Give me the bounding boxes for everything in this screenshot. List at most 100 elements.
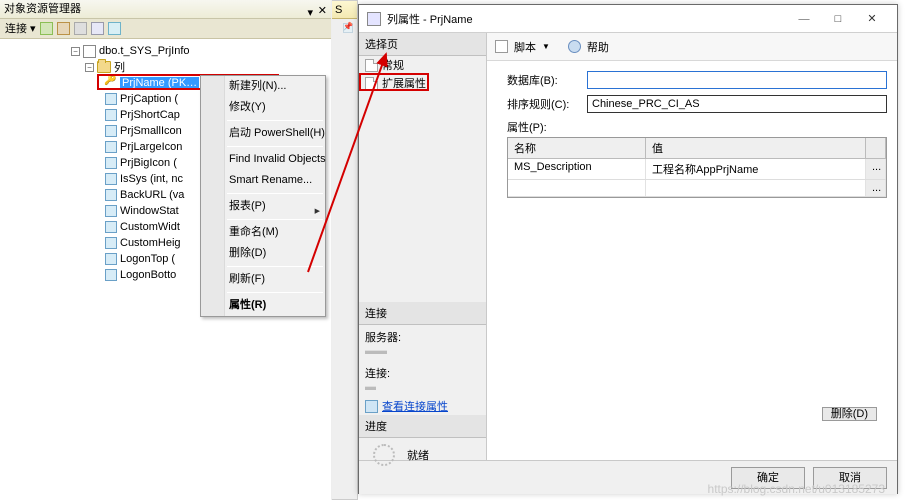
cell-name: MS_Description [508, 159, 646, 179]
nav-server: 服务器: ▬▬ [359, 325, 486, 361]
progress-status: 就绪 [359, 438, 486, 472]
view-connection-link[interactable]: 查看连接属性 [359, 397, 486, 415]
column-icon [105, 237, 117, 249]
tree-label: dbo.t_SYS_PrjInfo [99, 45, 190, 57]
panel-titlebar: 对象资源管理器 ▾ ✕ [0, 0, 331, 19]
editor-tab[interactable]: S [332, 1, 357, 19]
dropdown-icon[interactable]: ▾ [307, 4, 313, 23]
dialog-nav: 选择页 常规 扩展属性 连接 服务器: ▬▬ 连接: ▬ 查看连接属性 进度 [359, 33, 487, 460]
grid-row-empty[interactable]: ... [508, 180, 886, 197]
link-icon [365, 400, 378, 413]
table-icon [83, 45, 96, 58]
menu-item[interactable]: 启动 PowerShell(H) [201, 123, 325, 144]
column-icon [105, 221, 117, 233]
grid-header: 名称 值 [508, 138, 886, 159]
status-text: 就绪 [407, 447, 429, 463]
menu-item[interactable]: 属性(R) [201, 295, 325, 316]
dropdown-icon[interactable]: ▼ [542, 42, 550, 51]
column-icon [105, 125, 117, 137]
column-icon [105, 189, 117, 201]
close-button[interactable]: ✕ [855, 8, 889, 30]
key-icon [105, 77, 117, 89]
column-icon [105, 93, 117, 105]
tree-label: PrjBigIcon ( [120, 157, 177, 169]
properties-grid: 名称 值 MS_Description 工程名称AppPrjName ... .… [507, 137, 887, 198]
properties-label: 属性(P): [507, 119, 587, 135]
label: 服务器: [365, 329, 480, 345]
delete-button[interactable]: 删除(D) [822, 407, 877, 421]
help-button[interactable]: 帮助 [587, 39, 609, 55]
grid-row[interactable]: MS_Description 工程名称AppPrjName ... [508, 159, 886, 180]
menu-item[interactable]: 新建列(N)... [201, 76, 325, 97]
spinner-icon [373, 444, 395, 466]
nav-header-connection: 连接 [359, 302, 486, 325]
col-value: 值 [646, 138, 866, 158]
content-toolbar: 脚本 ▼ 帮助 [487, 33, 897, 61]
disconnect-icon[interactable] [57, 22, 70, 35]
collapse-icon[interactable]: − [71, 47, 80, 56]
pin-icon[interactable] [343, 23, 353, 33]
menu-item[interactable]: 报表(P) [201, 196, 325, 217]
tree-label: CustomWidt [120, 221, 180, 233]
minimize-button[interactable]: — [787, 8, 821, 30]
tree-label: PrjSmallIcon [120, 125, 182, 137]
script-icon [495, 40, 508, 53]
filter-icon[interactable] [91, 22, 104, 35]
tree-label: PrjCaption ( [120, 93, 178, 105]
ellipsis-button[interactable]: ... [866, 180, 886, 196]
menu-item[interactable]: 删除(D) [201, 243, 325, 264]
editor-pane: S [332, 0, 358, 500]
script-button[interactable]: 脚本 [514, 39, 536, 55]
label: 连接: [365, 365, 480, 381]
menu-item[interactable]: Find Invalid Objects [201, 149, 325, 170]
tree-node-columns[interactable]: − 列 [28, 59, 331, 75]
nav-item-extended[interactable]: 扩展属性 [359, 74, 486, 92]
column-icon [105, 157, 117, 169]
tree-label: LogonTop ( [120, 253, 175, 265]
dialog-titlebar: 列属性 - PrjName — □ ✕ [359, 5, 897, 33]
tree-label: WindowStat [120, 205, 179, 217]
panel-toolbar: 连接 ▾ [0, 19, 331, 39]
dialog-title: 列属性 - PrjName [387, 11, 473, 27]
nav-connection: 连接: ▬ [359, 361, 486, 397]
stop-icon[interactable] [74, 22, 87, 35]
connect-icon[interactable] [40, 22, 53, 35]
ellipsis-button[interactable]: ... [866, 159, 886, 179]
menu-item[interactable]: 刷新(F) [201, 269, 325, 290]
connect-button[interactable]: 连接 ▾ [5, 19, 36, 39]
column-properties-dialog: 列属性 - PrjName — □ ✕ 选择页 常规 扩展属性 连接 服务器: … [358, 4, 898, 494]
nav-header-progress: 进度 [359, 415, 486, 438]
refresh-icon[interactable] [108, 22, 121, 35]
col-actions [866, 138, 886, 158]
col-name: 名称 [508, 138, 646, 158]
dialog-content: 脚本 ▼ 帮助 数据库(B): 排序规则(C): Chinese_PRC_CI_A… [487, 33, 897, 460]
close-icon[interactable]: ✕ [318, 2, 327, 21]
panel-title: 对象资源管理器 [4, 3, 81, 15]
tree-label: CustomHeig [120, 237, 181, 249]
menu-item[interactable]: 修改(Y) [201, 97, 325, 118]
tree-label: BackURL (va [120, 189, 184, 201]
menu-item[interactable]: 重命名(M) [201, 222, 325, 243]
database-field[interactable] [587, 71, 887, 89]
context-menu: 新建列(N)...修改(Y) 启动 PowerShell(H) Find Inval… [200, 75, 326, 317]
cell-value[interactable]: 工程名称AppPrjName [646, 159, 866, 179]
collation-field[interactable]: Chinese_PRC_CI_AS [587, 95, 887, 113]
nav-item-general[interactable]: 常规 [359, 56, 486, 74]
nav-label: 常规 [382, 57, 404, 73]
collation-label: 排序规则(C): [507, 96, 587, 112]
maximize-button[interactable]: □ [821, 8, 855, 30]
link-label: 查看连接属性 [382, 398, 448, 414]
database-label: 数据库(B): [507, 72, 587, 88]
tree-node-table[interactable]: − dbo.t_SYS_PrjInfo [28, 43, 331, 59]
dialog-icon [367, 12, 381, 26]
form: 数据库(B): 排序规则(C): Chinese_PRC_CI_AS 属性(P)… [487, 61, 897, 428]
tree-label: PrjLargeIcon [120, 141, 182, 153]
collapse-icon[interactable]: − [85, 63, 94, 72]
menu-item[interactable]: Smart Rename... [201, 170, 325, 191]
page-icon [365, 77, 378, 90]
tree-label: PrjName (PK… [120, 77, 199, 89]
tree-label: IsSys (int, nc [120, 173, 183, 185]
page-icon [365, 59, 378, 72]
column-icon [105, 141, 117, 153]
column-icon [105, 109, 117, 121]
